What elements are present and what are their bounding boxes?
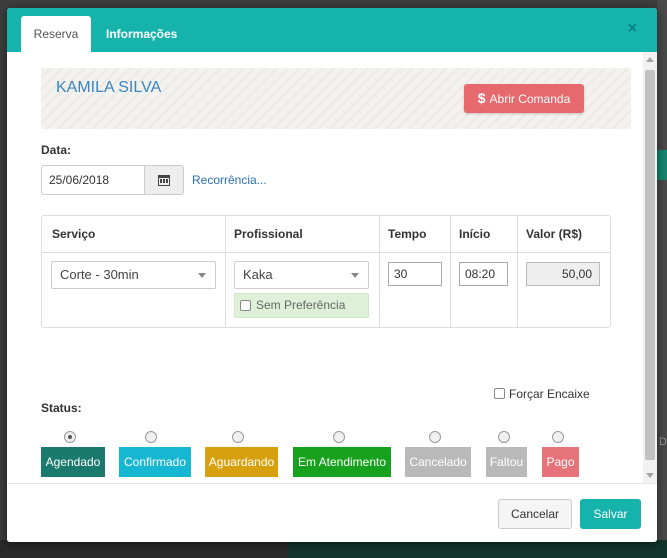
professional-select[interactable]: Kaka xyxy=(234,261,369,289)
status-radio-agendado[interactable] xyxy=(64,431,76,443)
status-radio-em-atendimento[interactable] xyxy=(333,431,345,443)
force-fit-checkbox[interactable]: Forçar Encaixe xyxy=(494,387,590,401)
recurrence-link[interactable]: Recorrência... xyxy=(192,173,267,187)
column-divider xyxy=(225,216,226,327)
date-label: Data: xyxy=(41,143,72,157)
start-time-input[interactable]: 08:20 xyxy=(459,262,508,286)
chevron-down-icon xyxy=(198,273,206,278)
client-panel: KAMILA SILVA $ Abrir Comanda xyxy=(41,68,631,129)
open-comanda-label: Abrir Comanda xyxy=(489,92,571,106)
tab-reserva[interactable]: Reserva xyxy=(21,16,91,52)
dollar-icon: $ xyxy=(477,90,486,106)
scroll-thumb[interactable] xyxy=(645,70,655,460)
background-letter: D xyxy=(659,436,667,448)
status-radio-cancelado[interactable] xyxy=(429,431,441,443)
background-green-area xyxy=(288,540,667,558)
modal-body: KAMILA SILVA $ Abrir Comanda Data: 25/06/… xyxy=(7,52,657,483)
status-confirmado[interactable]: Confirmado xyxy=(119,447,191,477)
background-accent xyxy=(657,150,667,180)
client-name: KAMILA SILVA xyxy=(56,79,162,96)
chevron-down-icon xyxy=(351,273,359,278)
professional-select-value: Kaka xyxy=(243,267,273,282)
column-divider xyxy=(379,216,380,327)
status-cancelado[interactable]: Cancelado xyxy=(405,447,471,477)
date-picker: 25/06/2018 xyxy=(41,165,184,195)
service-table-header xyxy=(42,216,610,253)
date-input[interactable]: 25/06/2018 xyxy=(41,165,145,195)
open-comanda-button[interactable]: $ Abrir Comanda xyxy=(464,84,584,113)
status-radio-aguardando[interactable] xyxy=(232,431,244,443)
save-button[interactable]: Salvar xyxy=(580,499,641,529)
status-radio-pago[interactable] xyxy=(552,431,564,443)
calendar-icon xyxy=(158,175,170,186)
background-footer-strip xyxy=(0,540,667,558)
status-em-atendimento[interactable]: Em Atendimento xyxy=(293,447,391,477)
service-select[interactable]: Corte - 30min xyxy=(51,261,216,289)
close-icon[interactable]: × xyxy=(628,20,637,38)
modal-footer: Cancelar Salvar xyxy=(7,483,657,542)
time-input[interactable]: 30 xyxy=(388,262,442,286)
status-label: Status: xyxy=(41,401,82,415)
checkbox-icon xyxy=(240,300,251,311)
tab-informacoes[interactable]: Informações xyxy=(106,16,177,52)
modal-scrollbar[interactable] xyxy=(643,52,657,483)
status-faltou[interactable]: Faltou xyxy=(486,447,527,477)
status-radio-faltou[interactable] xyxy=(498,431,510,443)
header-profissional: Profissional xyxy=(234,227,303,241)
no-preference-checkbox[interactable]: Sem Preferência xyxy=(234,293,369,318)
header-inicio: Início xyxy=(459,227,491,241)
column-divider xyxy=(450,216,451,327)
header-tempo: Tempo xyxy=(388,227,427,241)
force-fit-label: Forçar Encaixe xyxy=(509,387,590,401)
status-agendado[interactable]: Agendado xyxy=(41,447,105,477)
modal-header: Reserva Informações × xyxy=(7,8,657,52)
value-input: 50,00 xyxy=(526,262,600,286)
checkbox-icon xyxy=(494,388,505,399)
scroll-down-icon[interactable] xyxy=(646,473,654,478)
scroll-up-icon[interactable] xyxy=(646,57,654,62)
background-page-edge: D xyxy=(657,0,667,558)
calendar-button[interactable] xyxy=(144,165,184,195)
header-valor: Valor (R$) xyxy=(526,227,583,241)
service-select-value: Corte - 30min xyxy=(60,267,139,282)
service-table: Serviço Profissional Tempo Início Valor … xyxy=(41,215,611,328)
column-divider xyxy=(517,216,518,327)
reservation-modal: Reserva Informações × KAMILA SILVA $ Abri… xyxy=(7,8,657,542)
status-aguardando[interactable]: Aguardando xyxy=(205,447,278,477)
no-preference-label: Sem Preferência xyxy=(256,298,346,312)
cancel-button[interactable]: Cancelar xyxy=(498,499,572,529)
header-servico: Serviço xyxy=(52,227,96,241)
status-radio-confirmado[interactable] xyxy=(145,431,157,443)
status-pago[interactable]: Pago xyxy=(542,447,579,477)
